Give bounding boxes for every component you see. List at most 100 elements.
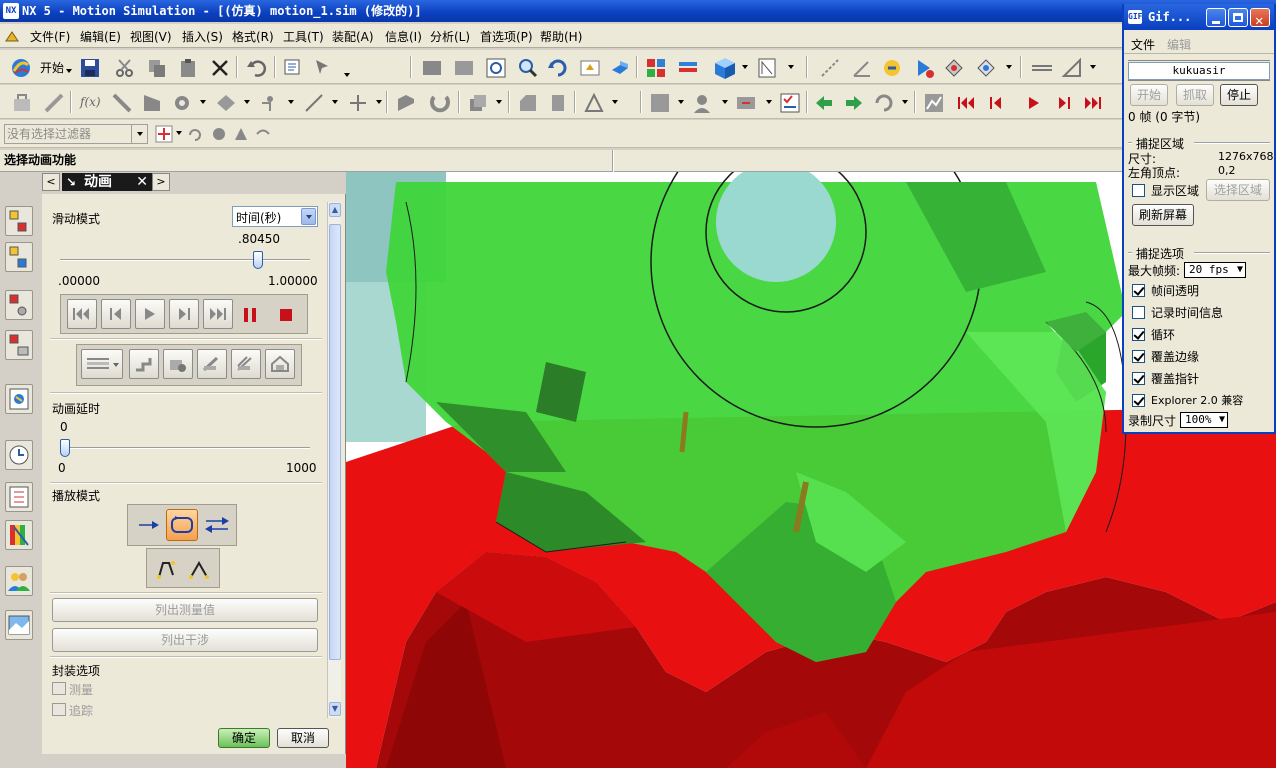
prev-frame-icon[interactable] [986,91,1006,115]
block-dropdown-icon[interactable] [496,100,502,104]
chevron-down-icon[interactable] [301,208,316,225]
play-button[interactable] [135,299,165,329]
cover-pointer-checkbox[interactable] [1132,372,1145,385]
zoom-icon[interactable] [516,56,540,80]
chevron-down-icon[interactable] [131,125,147,143]
measure-icon[interactable] [734,91,758,115]
prev-dialog-button[interactable]: < [42,173,60,191]
checklist-icon[interactable] [778,91,802,115]
list-interference-button[interactable]: 列出干涉 [52,628,318,652]
menu-item-6[interactable]: 装配(A) [330,28,376,46]
loop-checkbox[interactable] [1132,328,1145,341]
close-icon[interactable]: ✕ [136,173,148,191]
interference-dropdown-icon[interactable] [722,100,728,104]
list-measurements-button[interactable]: 列出测量值 [52,598,318,622]
link-icon[interactable] [42,91,66,115]
pin-icon[interactable]: ↘ [66,173,76,191]
environment-icon[interactable] [10,91,34,115]
envelope-tool-button[interactable] [265,349,295,379]
extrude-icon[interactable] [394,91,418,115]
show-area-checkbox[interactable] [1132,184,1145,197]
ok-button[interactable]: 确定 [218,728,270,748]
measure-tool-button[interactable] [231,349,261,379]
gif-capture-button[interactable]: 抓取 [1176,84,1214,106]
motion-navigator-icon[interactable] [5,290,33,320]
snap-point-icon[interactable] [154,124,174,144]
cable-icon[interactable] [258,91,282,115]
menu-item-7[interactable]: 信息(I) [383,28,424,46]
select-dropdown-icon[interactable] [344,73,350,77]
next-frame-icon[interactable] [1054,91,1074,115]
view-cube-icon[interactable] [712,55,738,81]
face-select-icon[interactable] [232,125,250,143]
reverse-path-icon[interactable] [187,557,211,581]
cancel-button[interactable]: 取消 [277,728,329,748]
explorer-compat-checkbox[interactable] [1132,394,1145,407]
wcs-icon[interactable] [756,56,780,80]
measure-angle-icon[interactable] [850,56,874,80]
cover-edge-checkbox[interactable] [1132,350,1145,363]
menu-item-3[interactable]: 插入(S) [180,28,225,46]
record-size-select[interactable]: 100% ▼ [1180,412,1228,428]
chamfer-icon[interactable] [516,91,540,115]
max-fps-select[interactable]: 20 fps ▼ [1184,262,1246,278]
fast-forward-end-button[interactable] [203,299,233,329]
driver-dropdown-icon[interactable] [1006,65,1012,69]
type-filter-select[interactable]: 没有选择过滤器 [4,124,148,144]
block-icon[interactable] [466,91,490,115]
play-once-icon[interactable] [138,517,160,533]
spring-icon[interactable] [1030,56,1054,80]
snapshot-button[interactable] [81,349,123,379]
gif-menu-edit[interactable]: 编辑 [1167,36,1191,53]
measure-distance-icon[interactable] [818,56,842,80]
loop-mode-button[interactable] [166,509,198,541]
start-button[interactable]: 开始 [38,59,66,77]
explode-button[interactable] [197,349,227,379]
gif-stop-button[interactable]: 停止 [1220,84,1258,106]
body-select-icon[interactable] [210,125,228,143]
rack-pinion-icon[interactable] [214,91,238,115]
menu-item-2[interactable]: 视图(V) [128,28,174,46]
menu-item-1[interactable]: 编辑(E) [78,28,123,46]
repeat-command-icon[interactable] [282,56,306,80]
scroll-down-icon[interactable]: ▼ [329,702,341,716]
part-navigator-icon[interactable] [5,242,33,272]
simulate-icon[interactable] [880,56,904,80]
forward-path-icon[interactable] [155,557,179,581]
trim-body-icon[interactable] [582,91,606,115]
save-icon[interactable] [78,56,102,80]
point-icon[interactable] [346,91,370,115]
history-navigator-icon[interactable] [5,330,33,360]
cut-icon[interactable] [114,57,136,79]
measure-checkbox[interactable] [52,682,66,695]
motion-driver-icon[interactable] [974,56,998,80]
edge-select-icon[interactable] [254,125,272,143]
move-layer-icon[interactable] [676,56,700,80]
menu-item-9[interactable]: 首选项(P) [478,28,535,46]
graph-icon[interactable] [922,91,946,115]
menu-item-4[interactable]: 格式(R) [230,28,276,46]
dialog-scrollbar[interactable]: ▲ ▼ [327,202,341,718]
step-forward-button[interactable] [169,299,199,329]
function-icon[interactable]: f(x) [80,95,101,109]
cable-dropdown-icon[interactable] [288,100,294,104]
render-wireframe-icon[interactable] [452,56,476,80]
last-frame-icon[interactable] [1082,91,1104,115]
undo-selection-icon[interactable] [186,125,204,143]
stop-icon[interactable] [279,308,293,322]
rack-dropdown-icon[interactable] [244,100,250,104]
envelope-dropdown-icon[interactable] [678,100,684,104]
close-button[interactable]: ✕ [1250,8,1270,29]
trace-button[interactable] [163,349,193,379]
damper-dropdown-icon[interactable] [1090,65,1096,69]
interference-icon[interactable] [690,91,714,115]
assembly-navigator-icon[interactable] [5,206,33,236]
first-frame-icon[interactable] [956,91,976,115]
dialog-title-tab[interactable]: ↘ 动画 ✕ [62,173,152,191]
view-3d-icon[interactable] [608,56,632,80]
menu-item-10[interactable]: 帮助(H) [538,28,584,46]
palette-icon[interactable] [5,520,33,550]
damper-icon[interactable] [1060,56,1084,80]
line-dropdown-icon[interactable] [332,100,338,104]
export-icon[interactable] [872,91,896,115]
